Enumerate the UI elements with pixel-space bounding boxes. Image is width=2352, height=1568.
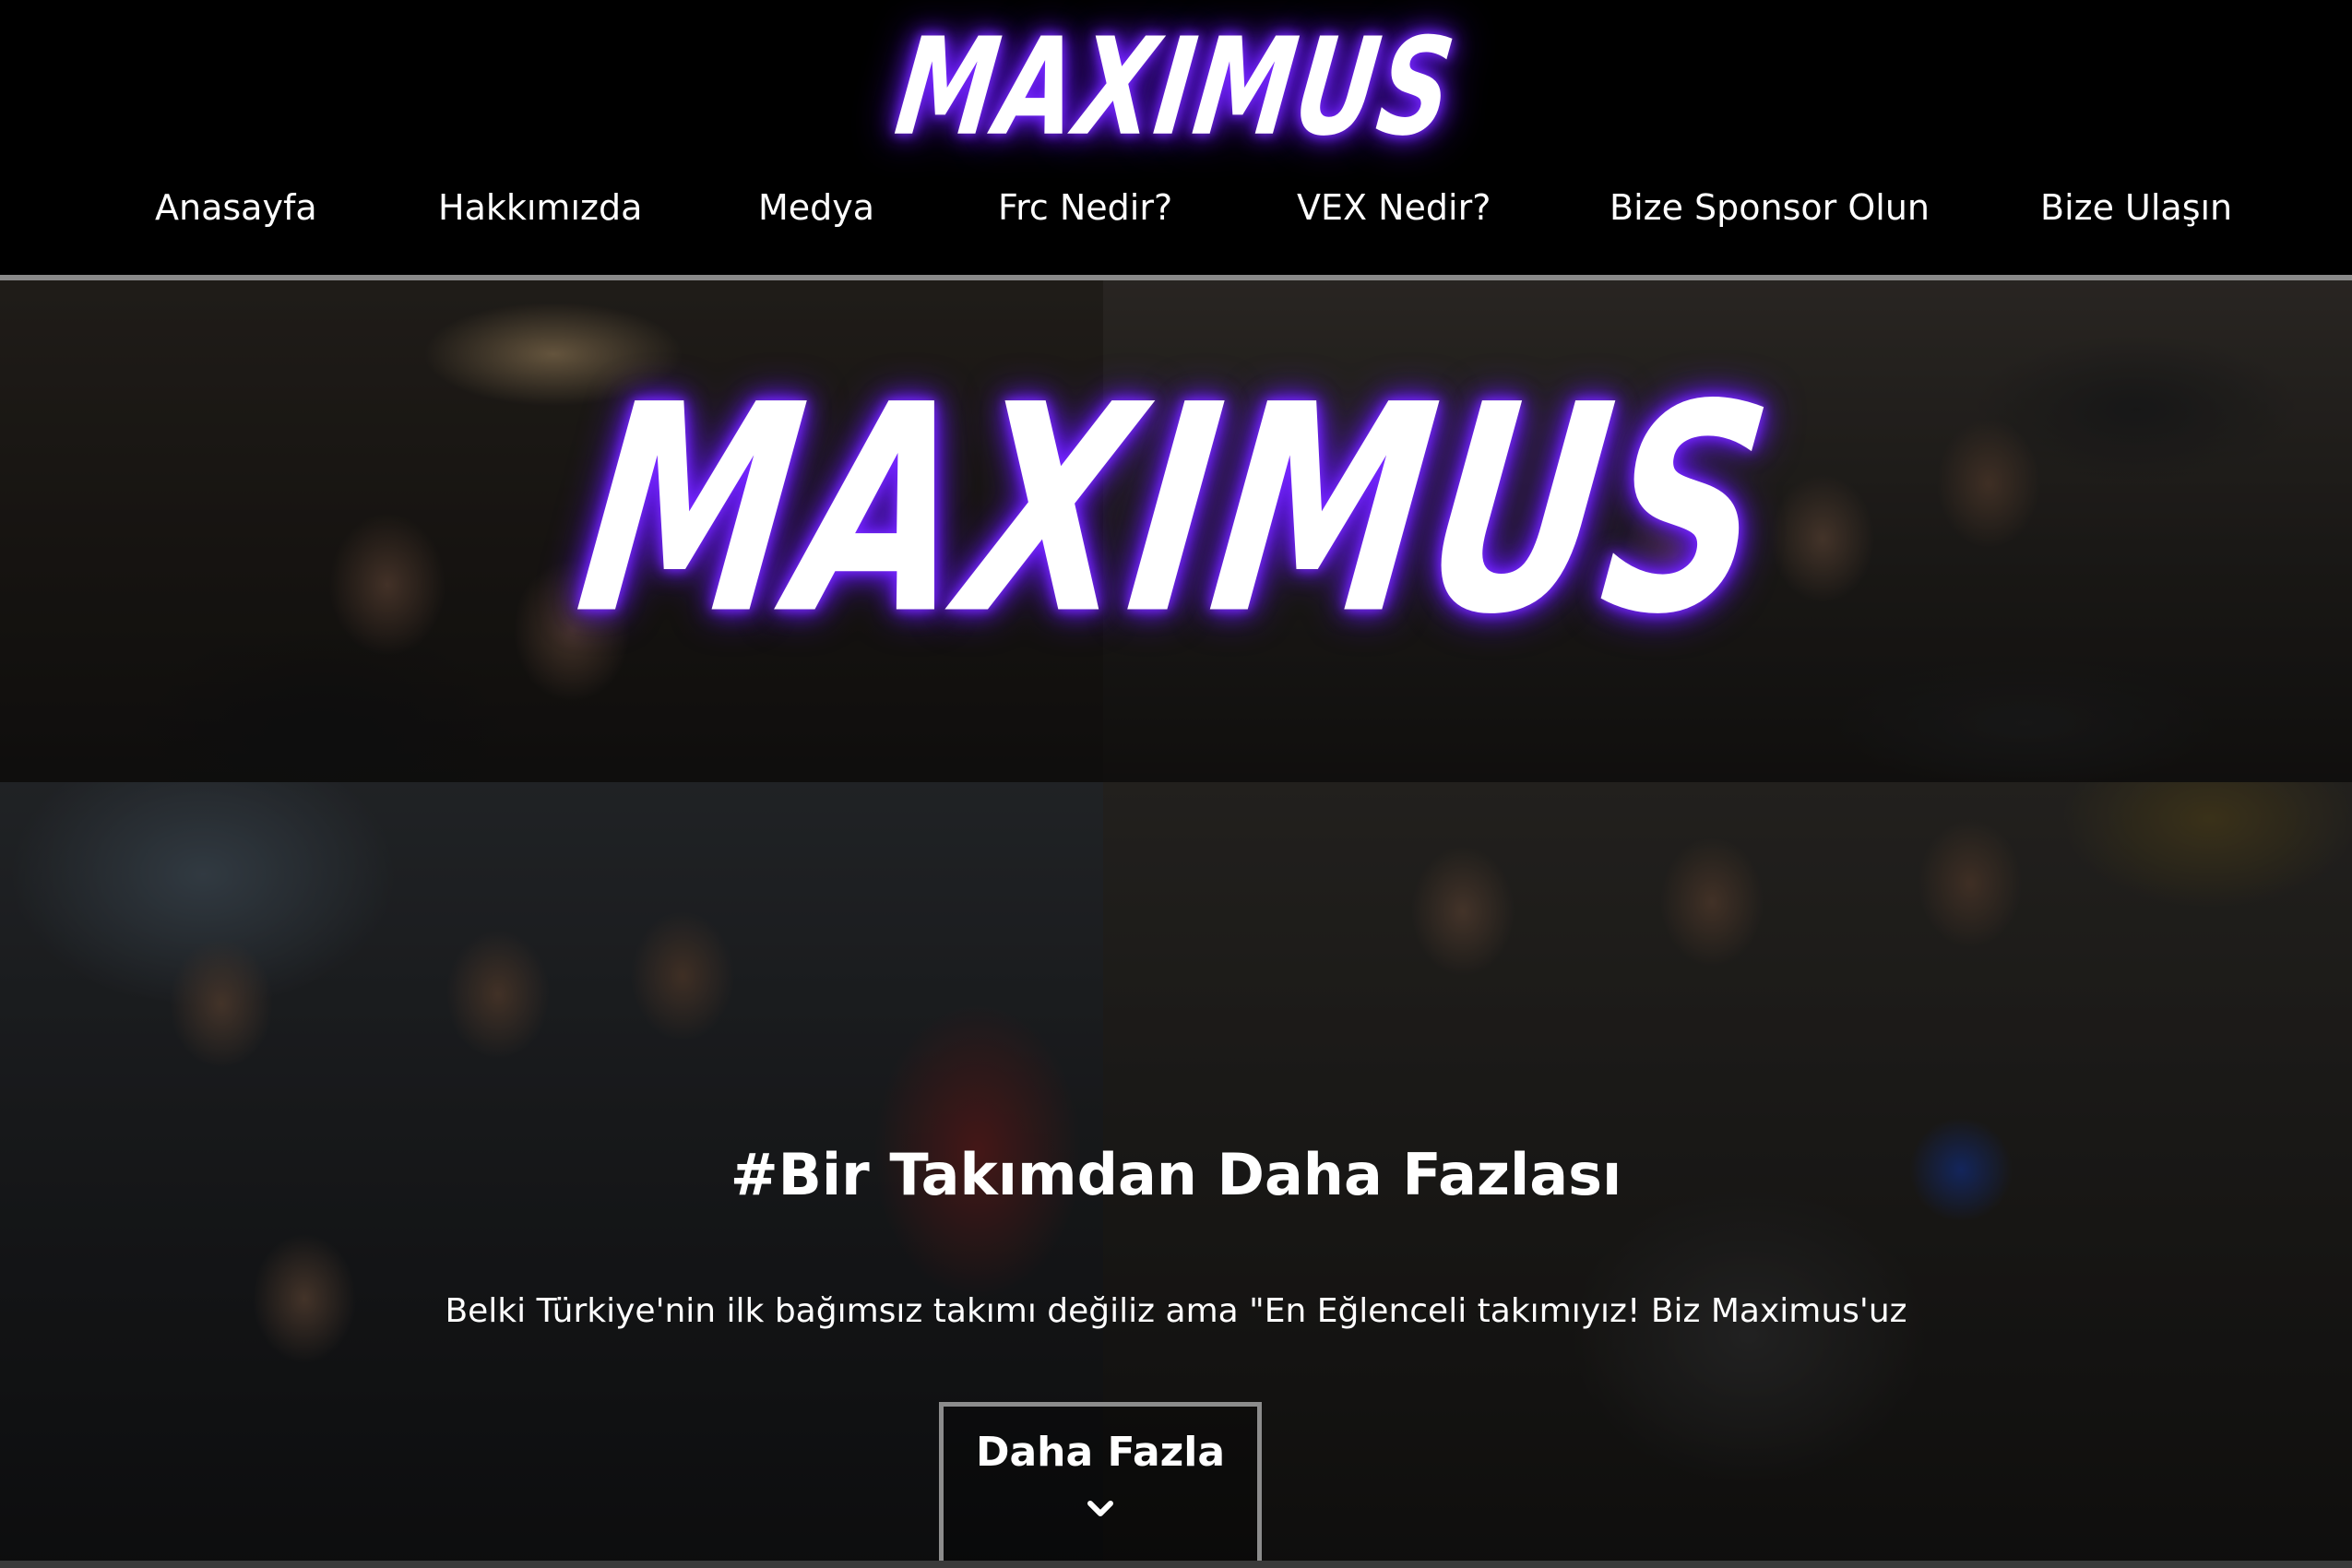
header-logo-text: MAXIMUS <box>888 9 1464 166</box>
bottom-divider <box>0 1561 2352 1568</box>
nav-item-anasayfa[interactable]: Anasayfa <box>155 175 317 240</box>
nav-item-sponsor[interactable]: Bize Sponsor Olun <box>1610 175 1930 240</box>
nav-item-medya[interactable]: Medya <box>758 175 874 240</box>
nav-item-vex-nedir[interactable]: VEX Nedir? <box>1297 175 1491 240</box>
nav-item-hakkimizda[interactable]: Hakkımızda <box>438 175 642 240</box>
header-logo[interactable]: MAXIMUS <box>0 9 2352 166</box>
hero-section: MAXIMUS #Bir Takımdan Daha Fazlası Belki… <box>0 280 2352 1568</box>
hero-title: #Bir Takımdan Daha Fazlası <box>730 1141 1622 1208</box>
chevron-down-icon <box>1087 1501 1113 1516</box>
hero-logo: MAXIMUS <box>0 345 2352 677</box>
nav-item-frc-nedir[interactable]: Frc Nedir? <box>998 175 1172 240</box>
hero-subtitle: Belki Türkiye'nin ilk bağımsız takımı de… <box>445 1292 1907 1330</box>
main-nav: Anasayfa Hakkımızda Medya Frc Nedir? VEX… <box>0 175 2352 240</box>
header-divider <box>0 275 2352 280</box>
daha-fazla-button[interactable]: Daha Fazla <box>939 1402 1262 1568</box>
page: MAXIMUS Anasayfa Hakkımızda Medya Frc Ne… <box>0 0 2352 1568</box>
nav-item-iletisim[interactable]: Bize Ulaşın <box>2040 175 2232 240</box>
site-header: MAXIMUS Anasayfa Hakkımızda Medya Frc Ne… <box>0 0 2352 280</box>
daha-fazla-label: Daha Fazla <box>975 1429 1226 1476</box>
hero-logo-text: MAXIMUS <box>564 344 1788 678</box>
